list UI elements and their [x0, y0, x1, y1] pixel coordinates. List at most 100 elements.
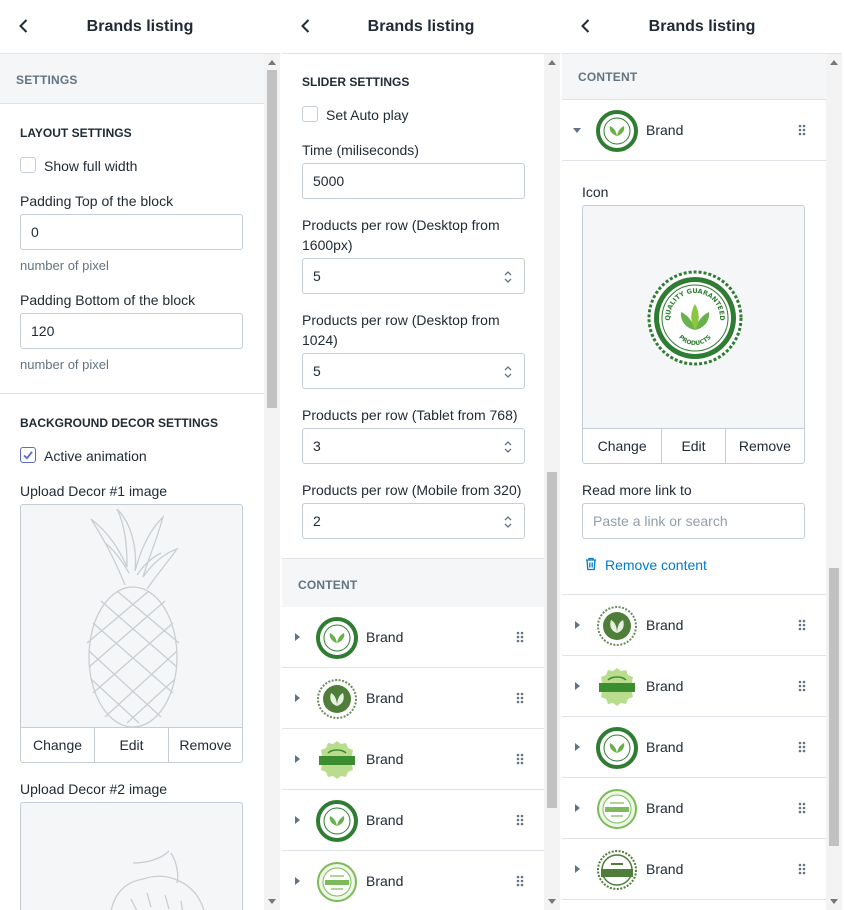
brand-block[interactable]: Brand — [562, 839, 826, 900]
brand-name: Brand — [646, 739, 684, 755]
remove-content-link[interactable]: Remove content — [605, 557, 707, 573]
brand-block[interactable]: Brand — [562, 656, 826, 717]
padding-bottom-input[interactable]: 120 — [20, 313, 243, 349]
icon-actions: Change Edit Remove — [582, 428, 805, 464]
scroll-down-icon[interactable] — [268, 899, 276, 904]
drag-handle-icon[interactable] — [516, 814, 524, 826]
brand-name: Brand — [646, 678, 684, 694]
expand-caret-icon[interactable] — [575, 682, 580, 690]
trash-icon[interactable] — [584, 557, 598, 571]
desktop1600-label-line2: 1600px) — [302, 237, 353, 253]
scrollbar-thumb[interactable] — [829, 568, 839, 846]
brand-block[interactable]: Brand — [282, 607, 544, 668]
select-value: 5 — [313, 268, 321, 284]
brand-logo-leaf-icon — [317, 679, 357, 719]
icon-image-preview: QUALITY GUARANTEED PRODUCTS — [582, 205, 805, 430]
brand-block[interactable]: Brand — [282, 668, 544, 729]
remove-button[interactable]: Remove — [726, 429, 804, 463]
back-arrow-icon[interactable] — [14, 16, 34, 36]
apple-image — [110, 850, 205, 910]
decor1-image-preview — [20, 504, 243, 728]
select-value: 2 — [313, 513, 321, 529]
change-button[interactable]: Change — [583, 429, 663, 463]
expand-caret-icon[interactable] — [295, 877, 300, 885]
brand-block[interactable]: Brand — [282, 851, 544, 910]
back-arrow-icon[interactable] — [296, 16, 316, 36]
brand-block[interactable]: Brand — [282, 729, 544, 790]
time-input[interactable]: 5000 — [302, 163, 525, 199]
drag-handle-icon[interactable] — [516, 753, 524, 765]
scrollbar[interactable] — [544, 54, 560, 910]
mobile-select[interactable]: 2 — [302, 503, 525, 539]
padding-top-input[interactable]: 0 — [20, 214, 243, 250]
read-more-label: Read more link to — [582, 482, 692, 498]
brand-logo-quality-icon — [317, 862, 357, 902]
edit-button[interactable]: Edit — [662, 429, 726, 463]
icon-label: Icon — [582, 184, 609, 200]
change-button[interactable]: Change — [21, 728, 95, 762]
drag-handle-icon[interactable] — [798, 124, 806, 136]
panel-header: Brands listing — [282, 0, 560, 54]
decor1-actions: Change Edit Remove — [20, 727, 243, 763]
select-arrows-icon — [504, 516, 512, 528]
tablet-label: Products per row (Tablet from 768) — [302, 407, 518, 423]
desktop1600-label-line1: Products per row (Desktop from — [302, 217, 500, 233]
drag-handle-icon[interactable] — [516, 692, 524, 704]
brand-block-open[interactable]: Brand — [562, 100, 826, 161]
desktop1600-select[interactable]: 5 — [302, 258, 525, 294]
expand-caret-icon[interactable] — [575, 743, 580, 751]
padding-bottom-label: Padding Bottom of the block — [20, 292, 196, 308]
brand-block[interactable]: Brand — [562, 778, 826, 839]
page-title: Brands listing — [86, 17, 194, 35]
page-title: Brands listing — [367, 17, 475, 35]
brand-block[interactable]: Brand — [282, 790, 544, 851]
expand-caret-icon[interactable] — [575, 865, 580, 873]
drag-handle-icon[interactable] — [516, 631, 524, 643]
layout-settings-title: LAYOUT SETTINGS — [20, 126, 132, 140]
drag-handle-icon[interactable] — [798, 741, 806, 753]
scrollbar[interactable] — [264, 54, 280, 910]
drag-handle-icon[interactable] — [798, 863, 806, 875]
active-animation-checkbox[interactable] — [20, 447, 36, 463]
drag-handle-icon[interactable] — [798, 802, 806, 814]
scrollbar[interactable] — [826, 54, 842, 910]
remove-button[interactable]: Remove — [169, 728, 242, 762]
select-arrows-icon — [504, 271, 512, 283]
brand-logo-seal-icon — [596, 110, 638, 152]
scroll-up-icon[interactable] — [830, 60, 838, 65]
collapse-caret-icon[interactable] — [573, 128, 581, 133]
expand-caret-icon[interactable] — [295, 755, 300, 763]
scroll-down-icon[interactable] — [830, 899, 838, 904]
section-header-settings: SETTINGS — [0, 54, 264, 104]
scrollbar-thumb[interactable] — [547, 472, 557, 808]
brand-logo-seal-icon — [316, 800, 358, 842]
scroll-down-icon[interactable] — [548, 899, 556, 904]
select-value: 3 — [313, 438, 321, 454]
drag-handle-icon[interactable] — [798, 619, 806, 631]
brand-block[interactable]: Brand — [562, 717, 826, 778]
back-arrow-icon[interactable] — [576, 16, 596, 36]
brand-logo-bio-organic-icon — [597, 850, 637, 890]
scroll-up-icon[interactable] — [268, 60, 276, 65]
expand-caret-icon[interactable] — [575, 621, 580, 629]
read-more-link-input[interactable]: Paste a link or search — [582, 503, 805, 539]
scrollbar-thumb[interactable] — [267, 70, 277, 408]
expand-caret-icon[interactable] — [575, 804, 580, 812]
mobile-label: Products per row (Mobile from 320) — [302, 482, 522, 498]
tablet-select[interactable]: 3 — [302, 428, 525, 464]
scroll-up-icon[interactable] — [548, 60, 556, 65]
expand-caret-icon[interactable] — [295, 816, 300, 824]
drag-handle-icon[interactable] — [516, 875, 524, 887]
desktop1024-select[interactable]: 5 — [302, 353, 525, 389]
expand-caret-icon[interactable] — [295, 633, 300, 641]
active-animation-label: Active animation — [44, 448, 147, 464]
drag-handle-icon[interactable] — [798, 680, 806, 692]
autoplay-checkbox[interactable] — [302, 106, 318, 122]
show-full-width-checkbox[interactable] — [20, 157, 36, 173]
brand-block[interactable]: Brand — [562, 595, 826, 656]
page-title: Brands listing — [648, 17, 756, 35]
edit-button[interactable]: Edit — [95, 728, 169, 762]
brand-name: Brand — [366, 873, 404, 889]
expand-caret-icon[interactable] — [295, 694, 300, 702]
brand-logo-quality-icon — [597, 789, 637, 829]
